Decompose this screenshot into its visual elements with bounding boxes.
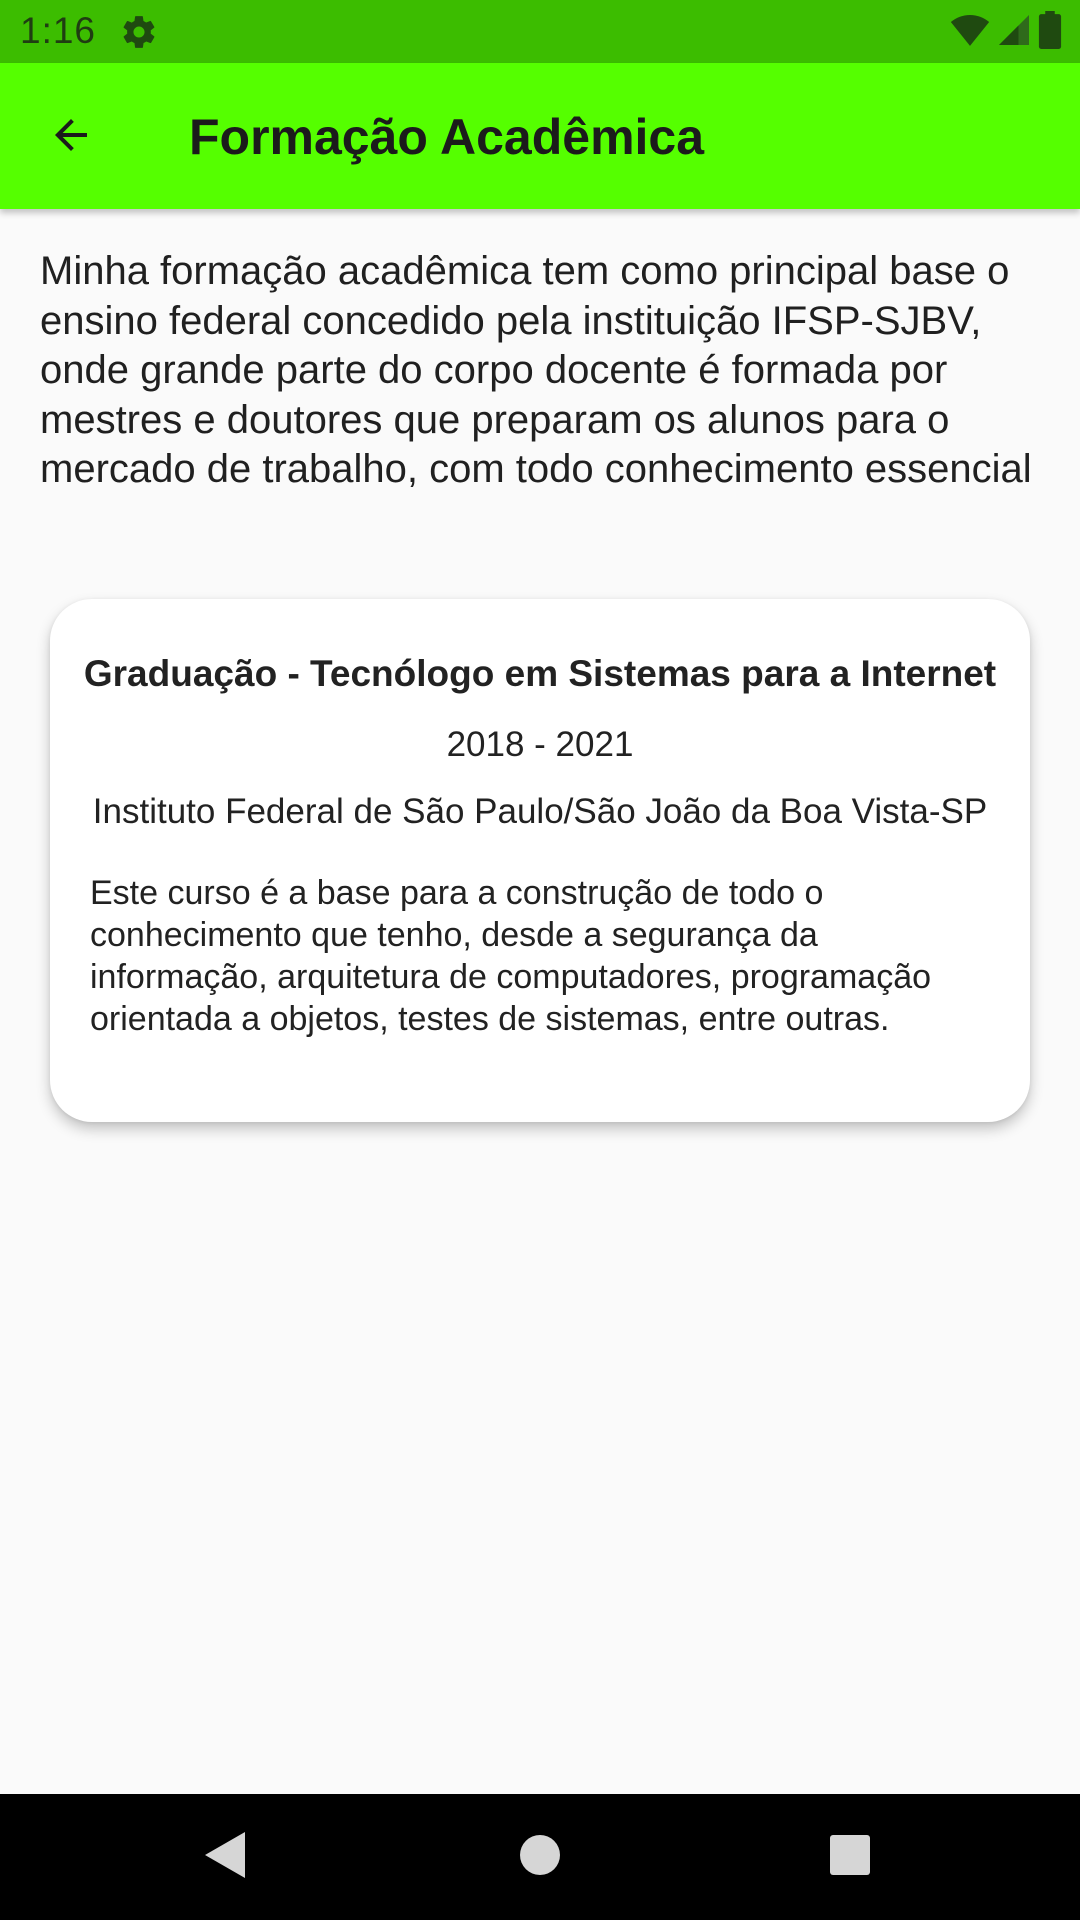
course-card: Graduação - Tecnólogo em Sistemas para a… xyxy=(50,599,1030,1122)
nav-back-button[interactable] xyxy=(191,1824,257,1890)
arrow-back-icon xyxy=(47,111,95,164)
page-title: Formação Acadêmica xyxy=(189,109,705,165)
cellular-signal-icon xyxy=(996,12,1032,53)
system-nav-bar xyxy=(0,1794,1080,1920)
nav-home-icon xyxy=(518,1833,562,1882)
course-years: 2018 - 2021 xyxy=(446,725,634,764)
settings-gear-icon xyxy=(120,13,158,51)
nav-home-button[interactable] xyxy=(507,1824,573,1890)
status-icons xyxy=(950,10,1062,54)
course-title: Graduação - Tecnólogo em Sistemas para a… xyxy=(83,653,997,694)
back-button[interactable] xyxy=(35,101,107,173)
status-bar: 1:16 xyxy=(0,0,1080,63)
wifi-icon xyxy=(950,12,990,53)
app-bar: Formação Acadêmica xyxy=(0,63,1080,209)
status-time: 1:16 xyxy=(20,10,97,51)
course-description: Este curso é a base para a construção de… xyxy=(90,874,932,1038)
nav-recents-icon xyxy=(829,1834,871,1881)
nav-recents-button[interactable] xyxy=(817,1824,883,1890)
intro-paragraph: Minha formação acadêmica tem como princi… xyxy=(40,249,1032,491)
course-institution: Instituto Federal de São Paulo/São João … xyxy=(92,792,988,831)
nav-back-icon xyxy=(201,1830,247,1885)
battery-icon xyxy=(1038,10,1062,54)
